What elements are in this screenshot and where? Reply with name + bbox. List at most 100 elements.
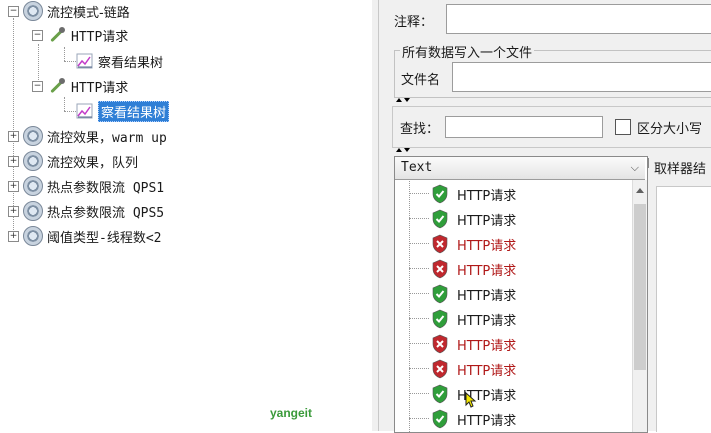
result-row-error[interactable]: HTTP请求: [395, 331, 625, 356]
result-row-ok[interactable]: HTTP请求: [395, 281, 625, 306]
gear-icon: [23, 226, 43, 246]
tree-connector: [64, 47, 65, 61]
watermark: yangeit: [270, 406, 313, 420]
search-label: 查找：: [400, 122, 440, 137]
result-row-ok[interactable]: HTTP请求: [395, 181, 625, 206]
comment-label: 注释：: [394, 15, 434, 30]
tree-item-threshold-threads[interactable]: + 阈值类型-线程数<2: [8, 225, 161, 247]
collapse-toggle[interactable]: −: [8, 5, 19, 17]
tree-item-label: 流控模式-链路: [47, 5, 130, 21]
gear-icon: [23, 201, 43, 221]
gear-icon: [23, 1, 43, 21]
tree-connector: [409, 343, 429, 344]
tree-item-warm-up[interactable]: + 流控效果，warm up: [8, 125, 167, 147]
result-label: HTTP请求: [457, 314, 517, 329]
collapse-up-icon[interactable]: [396, 148, 402, 152]
tree-item-label: 热点参数限流 QPS1: [47, 180, 165, 196]
result-label: HTTP请求: [457, 339, 517, 354]
scrollbar-thumb[interactable]: [634, 204, 646, 370]
search-input[interactable]: [445, 116, 603, 138]
listener-icon: [76, 52, 94, 70]
error-shield-icon: [432, 359, 448, 379]
tree-item-http-request[interactable]: − HTTP请求: [32, 75, 128, 97]
scroll-up-icon[interactable]: [636, 188, 644, 193]
tree-item-label: 流控效果，队列: [47, 155, 139, 171]
pane-splitter[interactable]: [372, 0, 386, 431]
test-plan-tree: − 流控模式-链路 − HTTP请求 察看结果树 − HTTP请求 察看结果树 …: [0, 0, 372, 431]
filename-label: 文件名: [401, 73, 441, 88]
expand-toggle[interactable]: +: [8, 205, 19, 217]
error-shield-icon: [432, 334, 448, 354]
success-shield-icon: [432, 209, 448, 229]
case-sensitive-checkbox[interactable]: [615, 119, 631, 135]
tree-item-view-results-tree-selected[interactable]: 察看结果树: [76, 100, 170, 122]
expand-toggle[interactable]: +: [8, 180, 19, 192]
tree-item-label: 流控效果，warm up: [47, 130, 167, 146]
tree-item-view-results-tree[interactable]: 察看结果树: [76, 50, 163, 72]
tree-item-flow-control-chain[interactable]: − 流控模式-链路: [8, 0, 130, 22]
filename-field[interactable]: [452, 62, 711, 92]
gear-icon: [23, 126, 43, 146]
result-label: HTTP请求: [457, 264, 517, 279]
tree-connector: [409, 393, 429, 394]
collapse-down-icon[interactable]: [404, 98, 410, 102]
tree-connector: [64, 97, 65, 111]
tree-item-label: 阈值类型-线程数<2: [47, 230, 162, 246]
success-shield-icon: [432, 184, 448, 204]
result-label: HTTP请求: [457, 189, 517, 204]
tree-item-label: 察看结果树: [98, 100, 170, 122]
result-label: HTTP请求: [457, 414, 517, 429]
tree-item-label: 热点参数限流 QPS5: [47, 205, 165, 221]
tree-connector: [409, 268, 429, 269]
result-row-ok[interactable]: HTTP请求: [395, 406, 625, 431]
tree-connector: [409, 243, 429, 244]
collapse-down-icon[interactable]: [404, 148, 410, 152]
tree-item-hotspot-qps1[interactable]: + 热点参数限流 QPS1: [8, 175, 164, 197]
tree-item-http-request[interactable]: − HTTP请求: [32, 24, 128, 46]
result-row-ok[interactable]: HTTP请求: [395, 306, 625, 331]
vertical-scrollbar[interactable]: [632, 180, 647, 432]
error-shield-icon: [432, 234, 448, 254]
result-label: HTTP请求: [457, 214, 517, 229]
renderer-select[interactable]: Text ⌵: [395, 157, 645, 180]
success-shield-icon: [432, 309, 448, 329]
collapse-up-icon[interactable]: [396, 98, 402, 102]
tree-item-label: 察看结果树: [98, 55, 164, 71]
collapse-toggle[interactable]: −: [32, 29, 43, 41]
result-label: HTTP请求: [457, 364, 517, 379]
tree-connector: [409, 193, 429, 194]
expand-toggle[interactable]: +: [8, 230, 19, 242]
expand-toggle[interactable]: +: [8, 130, 19, 142]
results-tree: Text ⌵ HTTP请求 HTTP请求 HTTP请求 HTTP请求 HTTP请求 HTT…: [394, 156, 648, 433]
case-sensitive-label: 区分大小写: [637, 122, 703, 137]
tree-item-hotspot-qps5[interactable]: + 热点参数限流 QPS5: [8, 200, 164, 222]
result-row-error[interactable]: HTTP请求: [395, 256, 625, 281]
tree-connector: [409, 218, 429, 219]
tree-connector: [409, 293, 429, 294]
result-label: HTTP请求: [457, 239, 517, 254]
error-shield-icon: [432, 259, 448, 279]
success-shield-icon: [432, 409, 448, 429]
dropper-icon: [47, 77, 67, 95]
tree-connector: [409, 368, 429, 369]
listener-config-panel: 注释： 所有数据写入一个文件 文件名 查找： 区分大小写 Text ⌵ HTTP…: [386, 0, 711, 433]
result-row-ok[interactable]: HTTP请求: [395, 206, 625, 231]
tree-item-label: HTTP请求: [71, 29, 129, 45]
mouse-cursor-icon: [465, 392, 477, 408]
result-label: HTTP请求: [457, 289, 517, 304]
result-row-error[interactable]: HTTP请求: [395, 231, 625, 256]
tree-item-queue[interactable]: + 流控效果，队列: [8, 150, 138, 172]
sampler-content: [656, 186, 711, 432]
tree-connector: [409, 418, 429, 419]
result-row-error[interactable]: HTTP请求: [395, 356, 625, 381]
expand-toggle[interactable]: +: [8, 155, 19, 167]
sampler-result-panel: 取样器结: [648, 156, 711, 432]
success-shield-icon: [432, 384, 448, 404]
tab-sampler-result[interactable]: 取样器结: [654, 158, 706, 177]
result-row-ok[interactable]: HTTP请求: [395, 381, 625, 406]
chevron-down-icon: ⌵: [630, 161, 639, 174]
collapse-toggle[interactable]: −: [32, 80, 43, 92]
gear-icon: [23, 176, 43, 196]
dropper-icon: [47, 26, 67, 44]
comment-field[interactable]: [446, 4, 711, 34]
